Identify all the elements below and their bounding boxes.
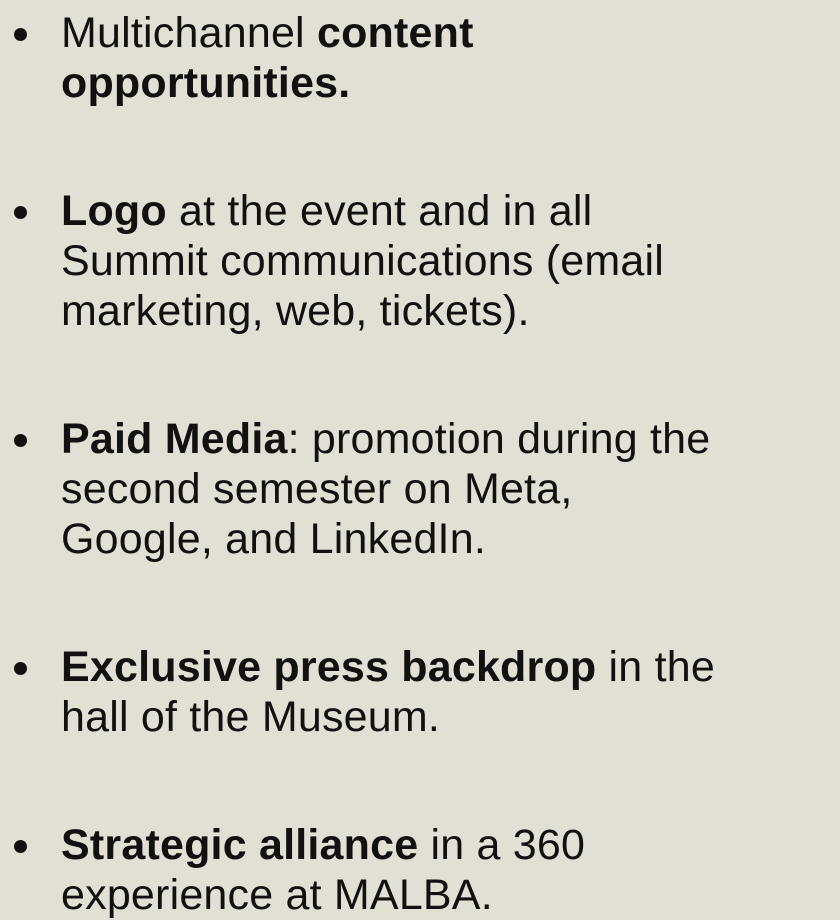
bullet-dot-icon (14, 434, 27, 447)
bullet-text-bold: Logo (61, 187, 167, 235)
bullet-dot-icon (14, 840, 27, 853)
bullet-item-press-backdrop: Exclusive press backdrop in the hall of … (0, 642, 840, 742)
bullet-line: second semester on Meta, (61, 464, 836, 514)
bullet-text: Multichannel (61, 9, 317, 57)
bullet-text-bold: opportunities. (61, 59, 351, 107)
bullet-line: experience at MALBA. (61, 870, 836, 920)
bullet-text: Google, and LinkedIn. (61, 515, 486, 563)
bullet-line: Summit communications (email (61, 236, 836, 286)
bullet-item-paid-media: Paid Media: promotion during the second … (0, 414, 840, 564)
bullet-dot-icon (14, 206, 27, 219)
bullet-text-bold: content (316, 9, 474, 57)
bullet-dot-icon (14, 28, 27, 41)
bullet-text: second semester on Meta, (61, 465, 573, 513)
bullet-text: experience at MALBA. (61, 871, 493, 919)
bullet-line: Exclusive press backdrop in the (61, 642, 836, 692)
bullet-line: Logo at the event and in all (61, 186, 836, 236)
bullet-item-strategic-alliance: Strategic alliance in a 360 experience a… (0, 820, 840, 920)
bullet-list: Multichannel content opportunities. Logo… (0, 8, 840, 920)
bullet-text-bold: Strategic alliance (61, 821, 419, 869)
bullet-text: hall of the Museum. (61, 693, 441, 741)
bullet-text-bold: Exclusive press backdrop (61, 643, 597, 691)
bullet-line: Multichannel content (61, 8, 836, 58)
bullet-text: Summit communications (email (61, 237, 664, 285)
bullet-line: hall of the Museum. (61, 692, 836, 742)
bullet-line: marketing, web, tickets). (61, 286, 836, 336)
bullet-line: Google, and LinkedIn. (61, 514, 836, 564)
bullet-line: Paid Media: promotion during the (61, 414, 836, 464)
bullet-item-logo: Logo at the event and in all Summit comm… (0, 186, 840, 336)
bullet-text: marketing, web, tickets). (61, 287, 530, 335)
bullet-text: in the (596, 643, 715, 691)
bullet-text: in a 360 (418, 821, 586, 869)
bullet-line: Strategic alliance in a 360 (61, 820, 836, 870)
bullet-item-multichannel: Multichannel content opportunities. (0, 8, 840, 108)
bullet-text: : promotion during the (287, 415, 711, 463)
bullet-text-bold: Paid Media (61, 415, 288, 463)
slide-page: Multichannel content opportunities. Logo… (0, 0, 840, 919)
bullet-line: opportunities. (61, 58, 836, 108)
bullet-dot-icon (14, 662, 27, 675)
bullet-text: at the event and in all (166, 187, 593, 235)
